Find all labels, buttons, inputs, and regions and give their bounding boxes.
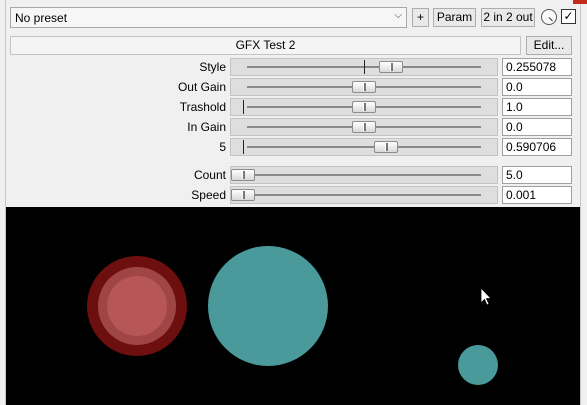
param-button[interactable]: Param: [433, 8, 476, 27]
slider-default-mark: [243, 140, 244, 154]
param-slider[interactable]: [230, 78, 498, 96]
preset-dropdown[interactable]: No preset ⌵: [10, 7, 407, 28]
param-value-field[interactable]: 0.590706: [502, 138, 572, 156]
param-label: Out Gain: [177, 80, 226, 94]
slider-default-mark: [243, 100, 244, 114]
slider-track-line: [247, 146, 481, 148]
slider-track-line: [247, 174, 481, 176]
wet-knob-icon[interactable]: [541, 9, 557, 25]
param-slider[interactable]: [230, 186, 498, 204]
param-label: Count: [193, 168, 226, 182]
slider-thumb[interactable]: [379, 61, 403, 73]
preset-value: No preset: [15, 11, 68, 25]
slider-thumb[interactable]: [352, 121, 376, 133]
param-label: 5: [219, 140, 226, 154]
param-value-field[interactable]: 0.001: [502, 186, 572, 204]
param-slider[interactable]: [230, 138, 498, 156]
slider-track-line: [247, 194, 481, 196]
param-slider[interactable]: [230, 118, 498, 136]
mouse-cursor-icon: [480, 287, 492, 306]
close-button-corner[interactable]: [573, 0, 587, 4]
slider-thumb[interactable]: [352, 81, 376, 93]
param-slider[interactable]: [230, 58, 498, 76]
window-frame-right: [580, 0, 587, 405]
param-value-field[interactable]: 0.0: [502, 118, 572, 136]
param-label: Trashold: [179, 100, 226, 114]
param-value-field[interactable]: 5.0: [502, 166, 572, 184]
param-slider[interactable]: [230, 166, 498, 184]
add-preset-button[interactable]: +: [412, 8, 429, 27]
param-label: Speed: [191, 188, 226, 202]
edit-button[interactable]: Edit...: [526, 36, 572, 55]
effect-title: GFX Test 2: [10, 36, 521, 55]
chevron-down-icon[interactable]: ⌵: [394, 10, 402, 21]
teal-circle-small: [458, 345, 498, 385]
red-circle-inner: [107, 276, 167, 336]
teal-circle-large: [208, 246, 328, 366]
param-slider[interactable]: [230, 98, 498, 116]
slider-thumb[interactable]: [374, 141, 398, 153]
param-value-field[interactable]: 1.0: [502, 98, 572, 116]
gfx-canvas[interactable]: [6, 207, 580, 405]
param-value-field[interactable]: 0.0: [502, 78, 572, 96]
slider-default-mark: [364, 60, 365, 74]
io-routing-button[interactable]: 2 in 2 out: [481, 8, 535, 27]
slider-thumb[interactable]: [352, 101, 376, 113]
param-label: Style: [199, 60, 226, 74]
param-value-field[interactable]: 0.255078: [502, 58, 572, 76]
slider-thumb[interactable]: [231, 169, 255, 181]
param-label: In Gain: [187, 120, 226, 134]
checkbox-icon[interactable]: ✓: [561, 9, 576, 24]
slider-thumb[interactable]: [231, 189, 255, 201]
gfx-canvas-drawing: [87, 246, 498, 385]
